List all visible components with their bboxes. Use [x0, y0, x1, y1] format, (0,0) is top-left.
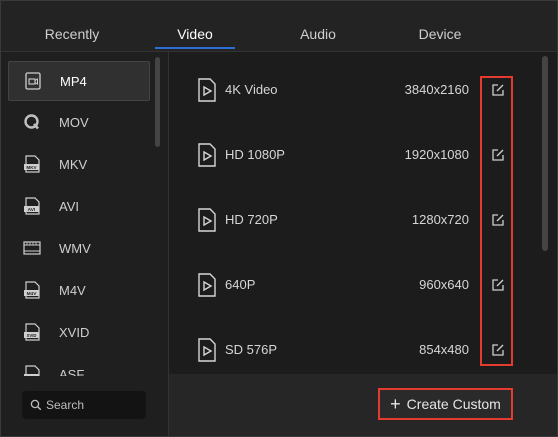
search-icon: [30, 399, 42, 411]
wmv-file-icon: [23, 241, 41, 255]
format-label: XVID: [59, 324, 90, 340]
asf-file-icon: ASF: [24, 365, 40, 376]
format-label: AVI: [59, 198, 79, 214]
video-file-icon: [25, 72, 41, 90]
preset-name: HD 720P: [225, 212, 278, 227]
m4v-file-icon: M4V: [24, 281, 40, 299]
format-label: ASF: [59, 366, 85, 377]
format-label: MP4: [60, 73, 87, 89]
svg-text:MKV: MKV: [26, 165, 37, 170]
search-box[interactable]: [22, 391, 146, 419]
svg-text:AVI: AVI: [28, 207, 36, 213]
tab-bar: Recently Video Audio Device: [1, 1, 557, 52]
preset-name: SD 576P: [225, 342, 278, 357]
preset-resolution: 854x480: [419, 342, 469, 357]
avi-file-icon: AVI: [24, 197, 40, 215]
preset-resolution: 3840x2160: [404, 82, 469, 97]
mkv-file-icon: MKV: [24, 155, 40, 173]
format-dialog: Recently Video Audio Device MP4 MOV MKV …: [0, 0, 558, 437]
edit-icons-highlight: [480, 76, 513, 366]
format-item-avi[interactable]: AVI AVI: [8, 187, 148, 225]
format-label: M4V: [59, 282, 86, 298]
search-input[interactable]: [46, 398, 136, 412]
format-label: MOV: [59, 114, 89, 130]
format-item-mov[interactable]: MOV: [8, 103, 148, 141]
video-file-icon: [198, 272, 216, 297]
tab-video[interactable]: Video: [155, 1, 235, 51]
svg-text:ASF: ASF: [27, 375, 37, 376]
format-label: MKV: [59, 156, 88, 172]
preset-resolution: 1920x1080: [404, 147, 469, 162]
preset-resolution: 1280x720: [411, 212, 469, 227]
preset-scrollbar[interactable]: [542, 56, 548, 251]
format-sidebar: MP4 MOV MKV MKV AVI AVI WMV M4V M4V XVID…: [1, 52, 169, 436]
preset-resolution: 960x640: [419, 277, 469, 292]
video-file-icon: [198, 207, 216, 232]
video-file-icon: [198, 77, 216, 102]
create-custom-button[interactable]: + Create Custom: [378, 388, 513, 420]
format-item-mp4[interactable]: MP4: [8, 61, 150, 101]
preset-name: HD 1080P: [225, 147, 285, 162]
video-file-icon: [198, 337, 216, 362]
sidebar-scrollbar[interactable]: [155, 57, 160, 147]
format-item-xvid[interactable]: XVID XVID: [8, 313, 148, 351]
format-item-asf[interactable]: ASF ASF: [8, 355, 148, 376]
xvid-file-icon: XVID: [24, 323, 40, 341]
preset-name: 4K Video: [225, 82, 278, 97]
active-tab-indicator: [155, 47, 235, 49]
preset-name: 640P: [225, 277, 256, 292]
tab-audio[interactable]: Audio: [278, 1, 358, 51]
tab-device[interactable]: Device: [400, 1, 480, 51]
svg-text:M4V: M4V: [27, 291, 38, 297]
format-item-m4v[interactable]: M4V M4V: [8, 271, 148, 309]
tab-recently[interactable]: Recently: [1, 1, 143, 51]
format-item-wmv[interactable]: WMV: [8, 229, 148, 267]
format-list[interactable]: MP4 MOV MKV MKV AVI AVI WMV M4V M4V XVID…: [1, 52, 161, 376]
format-label: WMV: [59, 240, 91, 256]
plus-icon: +: [390, 394, 401, 414]
format-item-mkv[interactable]: MKV MKV: [8, 145, 148, 183]
video-file-icon: [198, 142, 216, 167]
svg-text:XVID: XVID: [27, 333, 37, 338]
quicktime-icon: [24, 114, 39, 130]
create-custom-label: Create Custom: [406, 396, 501, 412]
